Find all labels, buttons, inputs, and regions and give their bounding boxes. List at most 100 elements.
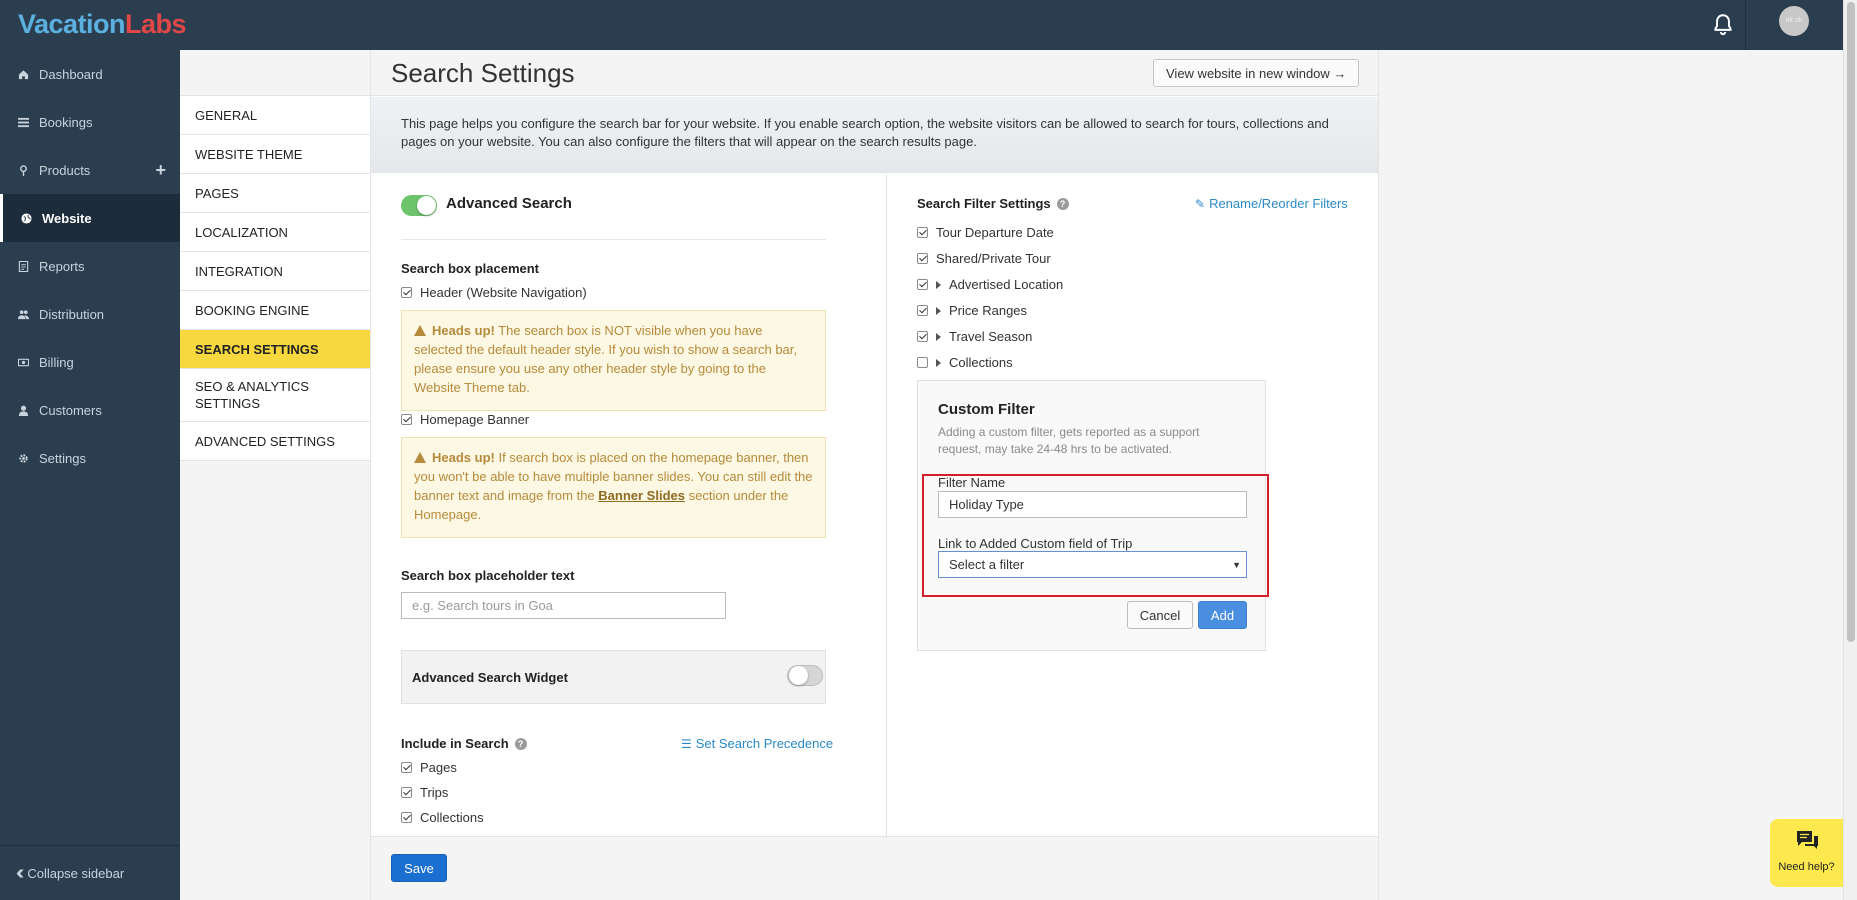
include-item-label: Collections <box>420 810 484 825</box>
sidebar-item-billing[interactable]: Billing <box>0 338 180 386</box>
report-icon <box>18 260 29 272</box>
need-help-widget[interactable]: Need help? <box>1770 819 1843 887</box>
alert-strong: Heads up! <box>432 450 495 465</box>
rename-reorder-label: Rename/Reorder Filters <box>1209 196 1348 211</box>
users-icon <box>18 309 29 319</box>
cancel-button[interactable]: Cancel <box>1127 601 1193 629</box>
placeholder-text-input[interactable] <box>401 592 726 619</box>
subnav-item-general[interactable]: GENERAL <box>180 96 370 135</box>
caret-right-icon[interactable] <box>936 332 941 341</box>
filter-name-label: Filter Name <box>938 475 1006 490</box>
chat-icon <box>1797 831 1818 849</box>
view-website-button[interactable]: View website in new window → <box>1153 59 1360 87</box>
scrollbar-thumb[interactable] <box>1847 2 1855 642</box>
include-item: Collections <box>401 810 484 825</box>
sidebar-item-reports[interactable]: Reports <box>0 242 180 290</box>
include-collections-checkbox[interactable] <box>401 812 412 823</box>
help-icon[interactable]: ? <box>514 738 527 750</box>
collapse-sidebar-button[interactable]: ‹‹ Collapse sidebar <box>0 845 180 900</box>
double-chevron-left-icon: ‹‹ <box>16 861 25 884</box>
bell-icon[interactable] <box>1710 12 1736 38</box>
advanced-search-toggle[interactable] <box>401 195 437 216</box>
filter-price-ranges-checkbox[interactable] <box>917 305 928 316</box>
filter-item-label: Tour Departure Date <box>936 225 1054 240</box>
sidebar-item-distribution[interactable]: Distribution <box>0 290 180 338</box>
subnav-item-seo-analytics[interactable]: SEO & ANALYTICS SETTINGS <box>180 369 370 422</box>
page-title: Search Settings <box>391 58 575 88</box>
include-trips-checkbox[interactable] <box>401 787 412 798</box>
section-divider <box>401 239 826 240</box>
sidebar-item-bookings[interactable]: Bookings <box>0 98 180 146</box>
save-button[interactable]: Save <box>391 854 447 882</box>
include-pages-checkbox[interactable] <box>401 762 412 773</box>
pin-icon <box>20 164 27 176</box>
banner-slides-link[interactable]: Banner Slides <box>598 488 685 503</box>
set-search-precedence-label: Set Search Precedence <box>695 736 834 751</box>
sidebar-item-dashboard[interactable]: Dashboard <box>0 50 180 98</box>
toggle-knob <box>789 666 808 685</box>
sidebar-item-website[interactable]: Website <box>0 194 180 242</box>
pencil-icon: ✎ <box>1195 196 1206 211</box>
list-order-icon: ☰ <box>681 736 692 751</box>
subnav-item-pages[interactable]: PAGES <box>180 174 370 213</box>
filter-name-input[interactable] <box>938 491 1247 518</box>
filter-travel-season-checkbox[interactable] <box>917 331 928 342</box>
filter-item: Collections <box>917 355 1013 370</box>
search-filter-heading: Search Filter Settings? <box>917 196 1069 211</box>
add-button[interactable]: Add <box>1198 601 1247 629</box>
page-scrollbar[interactable] <box>1843 0 1857 900</box>
search-filter-heading-text: Search Filter Settings <box>917 196 1051 211</box>
filter-item: Price Ranges <box>917 303 1027 318</box>
gear-icon <box>19 453 28 463</box>
sidebar-item-label: Website <box>42 210 92 226</box>
help-icon[interactable]: ? <box>1056 198 1069 210</box>
sidebar-item-label: Dashboard <box>39 66 103 82</box>
filter-item-label: Collections <box>949 355 1013 370</box>
page-intro: This page helps you configure the search… <box>371 97 1378 173</box>
brand-logo[interactable]: VacationLabs <box>18 9 187 40</box>
money-icon <box>18 358 29 366</box>
filter-shared-private-checkbox[interactable] <box>917 253 928 264</box>
warning-icon <box>414 325 426 336</box>
custom-field-select[interactable]: Select a filter ▼ <box>938 551 1247 578</box>
caret-right-icon[interactable] <box>936 306 941 315</box>
set-search-precedence-link[interactable]: ☰ Set Search Precedence <box>681 736 833 751</box>
rename-reorder-filters-link[interactable]: ✎ Rename/Reorder Filters <box>1195 196 1348 211</box>
caret-right-icon[interactable] <box>936 280 941 289</box>
filter-advertised-location-checkbox[interactable] <box>917 279 928 290</box>
filter-item: Shared/Private Tour <box>917 251 1051 266</box>
filter-departure-date-checkbox[interactable] <box>917 227 928 238</box>
subnav-item-booking-engine[interactable]: BOOKING ENGINE <box>180 291 370 330</box>
warning-icon <box>414 452 426 463</box>
subnav-item-advanced-settings[interactable]: ADVANCED SETTINGS <box>180 422 370 461</box>
subnav-item-website-theme[interactable]: WEBSITE THEME <box>180 135 370 174</box>
advanced-search-widget-toggle[interactable] <box>787 665 823 686</box>
add-product-icon[interactable]: + <box>155 160 166 181</box>
include-heading-text: Include in Search <box>401 736 509 751</box>
filter-item-label: Shared/Private Tour <box>936 251 1051 266</box>
filter-item: Advertised Location <box>917 277 1063 292</box>
homepage-placement-checkbox[interactable] <box>401 414 412 425</box>
column-divider <box>886 174 887 836</box>
filter-item: Travel Season <box>917 329 1032 344</box>
subnav-item-localization[interactable]: LOCALIZATION <box>180 213 370 252</box>
sidebar-item-customers[interactable]: Customers <box>0 386 180 434</box>
need-help-label: Need help? <box>1778 861 1835 873</box>
advanced-search-widget-label: Advanced Search Widget <box>412 670 568 685</box>
user-icon <box>18 405 29 416</box>
header-placement-checkbox[interactable] <box>401 287 412 298</box>
sidebar-item-label: Reports <box>39 258 85 274</box>
header-placement-option: Header (Website Navigation) <box>401 285 587 300</box>
select-value: Select a filter <box>949 557 1025 572</box>
sidebar-item-label: Billing <box>39 354 74 370</box>
sidebar-item-products[interactable]: Products + <box>0 146 180 194</box>
sidebar-item-label: Settings <box>39 450 86 466</box>
list-icon <box>18 117 29 127</box>
subnav-item-search-settings[interactable]: SEARCH SETTINGS <box>180 330 370 369</box>
caret-right-icon[interactable] <box>936 358 941 367</box>
sidebar-item-settings[interactable]: Settings <box>0 434 180 482</box>
avatar[interactable]: ok ok <box>1779 6 1809 36</box>
include-item-label: Trips <box>420 785 449 800</box>
filter-collections-checkbox[interactable] <box>917 357 928 368</box>
subnav-item-integration[interactable]: INTEGRATION <box>180 252 370 291</box>
